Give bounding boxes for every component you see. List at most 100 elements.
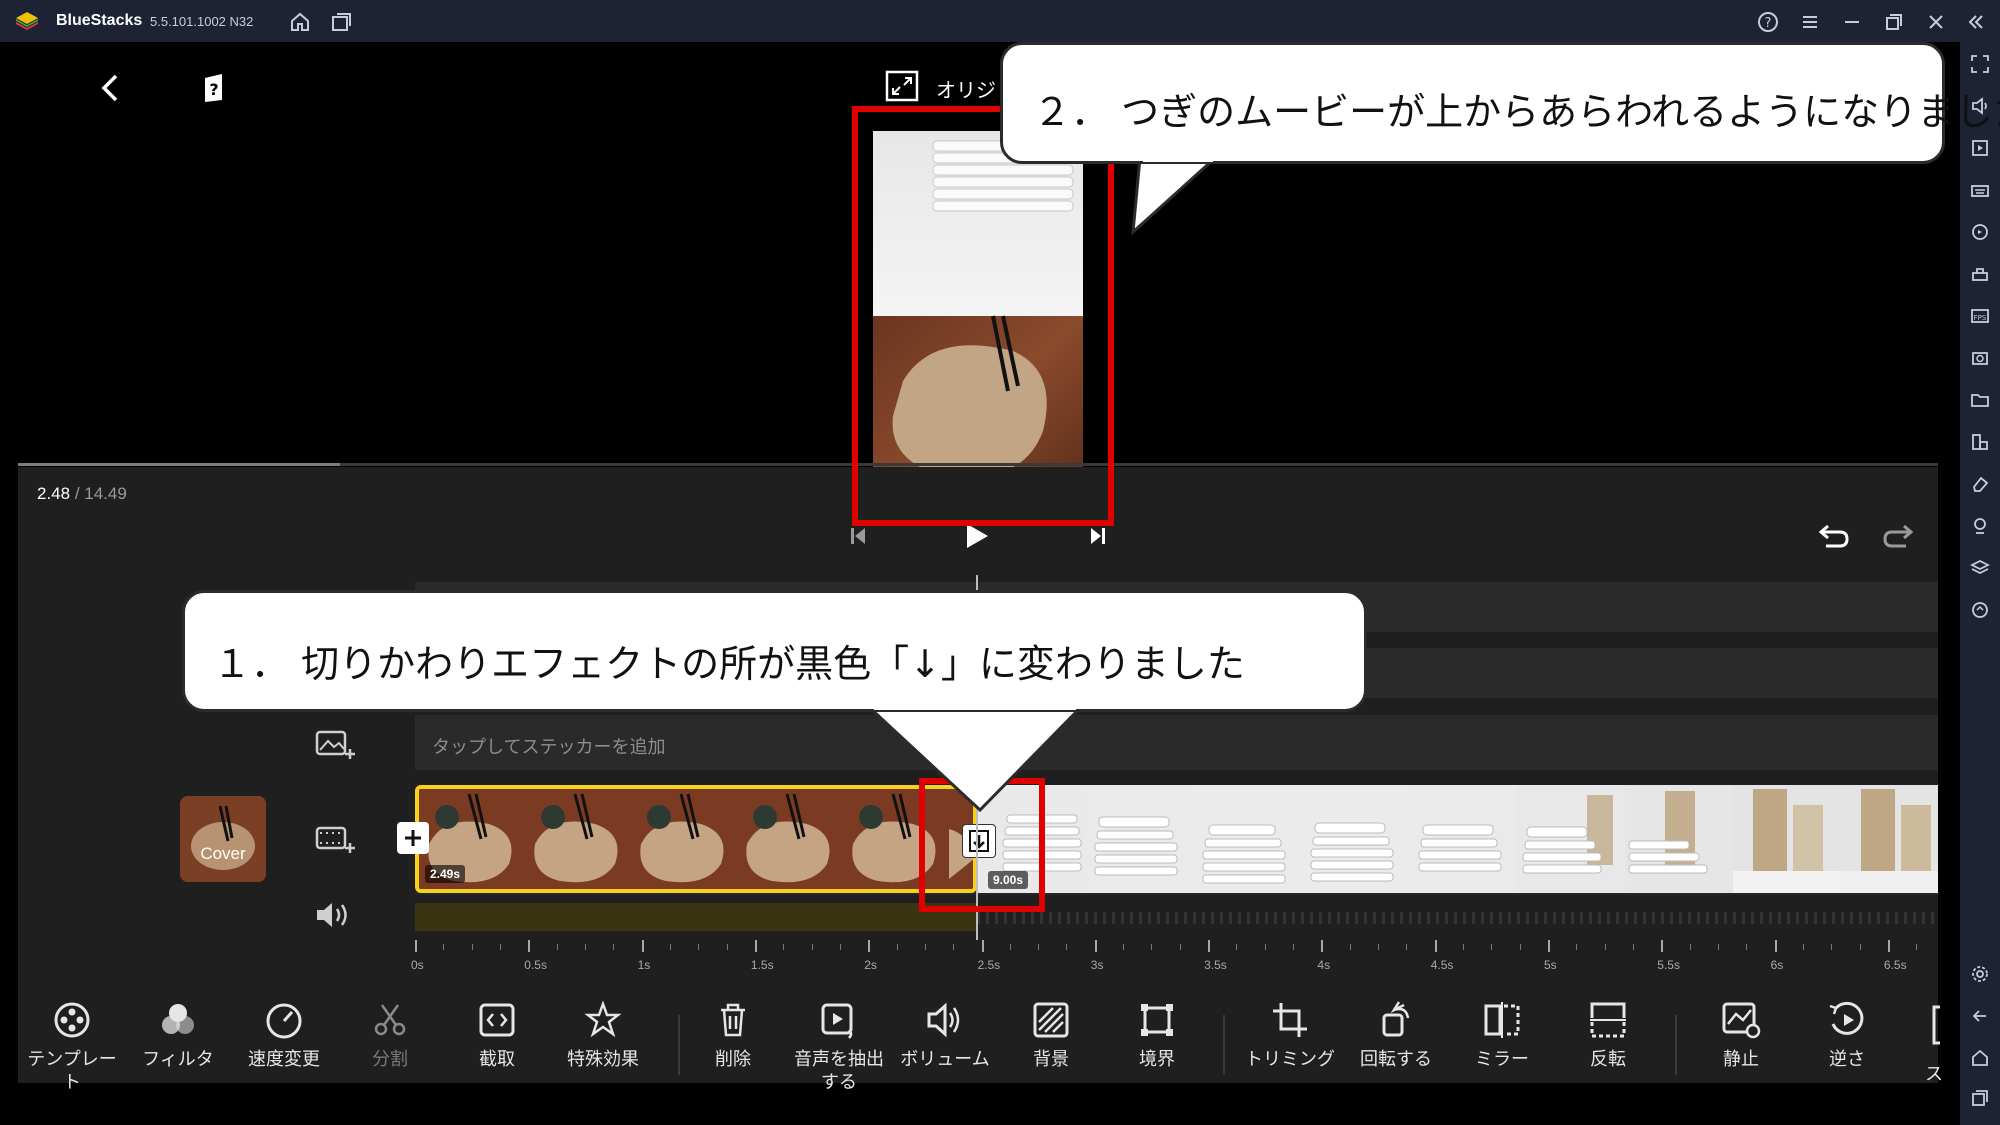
toolbar-button-template[interactable]: テンプレート — [22, 1000, 122, 1094]
scissors-icon — [374, 1004, 406, 1036]
app-version: 5.5.101.1002 N32 — [150, 14, 254, 29]
extract-audio-icon — [821, 1003, 853, 1039]
callout-1: １． 切りかわりエフェクトの所が黒色「↓」に変わりました — [182, 590, 1367, 712]
toolbar-button-flip[interactable]: 反転 — [1558, 1000, 1658, 1071]
ruler-minor-tick — [1378, 944, 1380, 950]
folder-icon[interactable] — [1970, 390, 1990, 410]
resize-icon[interactable] — [1970, 432, 1990, 452]
ruler-minor-tick — [499, 944, 501, 950]
ruler-minor-tick — [1604, 944, 1606, 950]
minimize-icon[interactable] — [1840, 10, 1864, 34]
macro-icon[interactable] — [1970, 264, 1990, 284]
help-book-icon[interactable]: ? — [200, 72, 230, 104]
ruler-minor-tick — [584, 944, 586, 950]
cover-thumbnail[interactable]: Cover — [180, 796, 266, 882]
screenshot-icon[interactable] — [1970, 348, 1990, 368]
sticker-placeholder[interactable]: タップしてステッカーを追加 — [432, 733, 665, 759]
menu-icon[interactable] — [1798, 10, 1822, 34]
toolbar-button-speed[interactable]: 速度変更 — [234, 1000, 334, 1071]
clip2-frame — [1841, 785, 1938, 893]
freeze-icon — [1722, 1002, 1761, 1039]
toolbar-button-crop-code[interactable]: 截取 — [447, 1000, 547, 1071]
toolbar-button-volume[interactable]: ボリューム — [895, 1000, 995, 1071]
speed-icon — [266, 1003, 302, 1039]
collapse-sidebar-icon[interactable] — [1964, 10, 1988, 34]
callout-2: ２． つぎのムービーが上からあらわれるようになりました — [1000, 42, 2000, 164]
ruler-minor-tick — [1802, 944, 1804, 950]
border-icon — [1141, 1004, 1173, 1036]
filter-icon — [162, 1004, 194, 1034]
location-icon[interactable] — [1970, 516, 1990, 536]
clip2-frame — [1733, 785, 1841, 893]
toolbar-button-border[interactable]: 境界 — [1107, 1000, 1207, 1071]
ruler-minor-tick — [1066, 944, 1068, 950]
rotate-screen-icon[interactable] — [1970, 222, 1990, 242]
clip1-frame — [737, 789, 843, 889]
media-icon[interactable] — [1970, 138, 1990, 158]
toolbar-button-reverse[interactable]: 逆さ — [1797, 1000, 1897, 1071]
toolbar-button-freeze[interactable]: 静止 — [1691, 1000, 1791, 1071]
add-sticker-icon[interactable] — [315, 730, 355, 764]
back-arrow-icon[interactable] — [1970, 1006, 1990, 1026]
mirror-icon — [1484, 1002, 1520, 1038]
toolbar-button-background[interactable]: 背景 — [1001, 1000, 1101, 1071]
fps-icon[interactable]: FPS — [1970, 306, 1990, 326]
home-icon[interactable] — [288, 10, 312, 34]
clip2-frame — [1625, 785, 1733, 893]
multi-instance-icon[interactable] — [329, 10, 353, 34]
close-icon[interactable] — [1924, 10, 1948, 34]
plus-icon — [405, 830, 421, 846]
toolbar-button-scissors[interactable]: 分割 — [340, 1000, 440, 1071]
add-clip-icon[interactable] — [315, 824, 355, 858]
help-icon[interactable]: ? — [1756, 10, 1780, 34]
restore-icon[interactable] — [1882, 10, 1906, 34]
keyboard-icon[interactable] — [1970, 180, 1990, 200]
ruler-major-tick — [1774, 940, 1777, 952]
toolbar-button-trim[interactable]: トリミング — [1240, 1000, 1340, 1071]
toolbar-overflow-icon[interactable] — [1930, 1005, 1942, 1045]
fullscreen-icon[interactable] — [1970, 54, 1990, 74]
toolbar-button-mirror[interactable]: ミラー — [1452, 1000, 1552, 1071]
clip2-frame — [1301, 785, 1409, 893]
toolbar-button-filter[interactable]: フィルタ — [128, 1000, 228, 1071]
eraser-icon[interactable] — [1970, 474, 1990, 494]
android-home-icon[interactable] — [1970, 1048, 1990, 1068]
ruler-label: 1s — [637, 958, 651, 972]
undo-icon[interactable] — [1818, 520, 1850, 550]
ruler-minor-tick — [1151, 944, 1153, 950]
settings-icon[interactable] — [1970, 964, 1990, 984]
back-chevron-icon[interactable] — [98, 72, 122, 104]
background-icon — [1033, 1002, 1069, 1038]
ruler-label: 5s — [1544, 958, 1557, 972]
selected-clip[interactable]: 2.49s — [415, 785, 977, 893]
skip-end-icon[interactable] — [1090, 527, 1106, 545]
ruler-minor-tick — [1859, 944, 1861, 950]
recent-apps-icon[interactable] — [1970, 1088, 1990, 1108]
play-icon[interactable] — [964, 522, 990, 550]
skip-start-icon[interactable] — [850, 527, 866, 545]
trim-icon — [1273, 1003, 1307, 1037]
audio-track-icon[interactable] — [315, 900, 355, 930]
callout-2-tail-join — [1143, 156, 1213, 162]
ruler-label: 6.5s — [1883, 958, 1907, 972]
toolbar-overflow-label[interactable]: ス — [1925, 1060, 1943, 1086]
ruler-label: 0.5s — [524, 958, 547, 972]
clip2-frame — [1409, 785, 1517, 893]
redo-icon[interactable] — [1882, 520, 1914, 550]
toolbar-button-rotate[interactable]: 回転する — [1346, 1000, 1446, 1071]
toolbar-button-extract-audio[interactable]: 音声を抽出する — [789, 1000, 889, 1094]
aspect-ratio-label[interactable]: オリジ — [936, 74, 996, 103]
layers-icon[interactable] — [1970, 558, 1990, 578]
toolbar-label: ミラー — [1475, 1049, 1529, 1070]
ruler-major-tick — [754, 940, 757, 952]
audio-waveform-track[interactable] — [415, 903, 977, 931]
toolbar-label: 背景 — [1033, 1049, 1069, 1070]
crop-code-icon — [479, 1003, 515, 1037]
insert-clip-button[interactable] — [397, 822, 429, 854]
aspect-ratio-icon[interactable] — [885, 70, 919, 102]
eco-mode-icon[interactable] — [1970, 600, 1990, 620]
toolbar-label: トリミング — [1245, 1049, 1335, 1070]
editor-panel — [18, 467, 1938, 1083]
toolbar-button-trash[interactable]: 削除 — [683, 1000, 783, 1071]
toolbar-button-effect-star[interactable]: 特殊効果 — [553, 1000, 653, 1071]
